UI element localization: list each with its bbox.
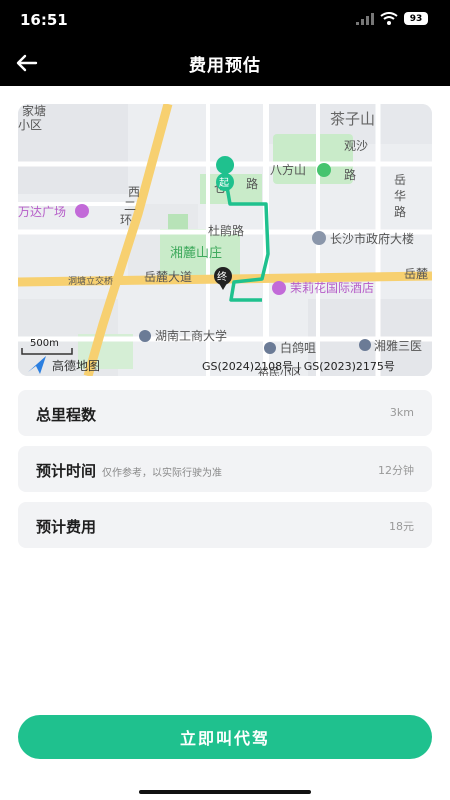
map-label: 茉莉花国际酒店 xyxy=(290,280,374,295)
poi-icon xyxy=(359,339,371,351)
scale-label: 500m xyxy=(30,338,59,349)
time-note: 仅作参考，以实际行驶为准 xyxy=(102,468,223,479)
status-icons: 93 xyxy=(356,12,428,25)
mileage-label: 总里程数 xyxy=(36,406,97,424)
map-label: 万达广场 xyxy=(18,205,66,219)
map-label: 杜鹃路 xyxy=(208,223,244,238)
poi-icon xyxy=(139,330,151,342)
poi-icon xyxy=(272,281,286,295)
map-label: 路 xyxy=(344,167,356,182)
map-label: 观沙 xyxy=(344,139,368,153)
signal-icon xyxy=(356,12,374,25)
poi-icon xyxy=(75,204,89,218)
map-label: 湘麓山庄 xyxy=(170,245,222,261)
mileage-value: 3km xyxy=(389,406,414,419)
time-label: 预计时间 xyxy=(36,462,97,480)
map-label: 岳 xyxy=(394,173,406,187)
fee-value: 18元 xyxy=(389,520,414,533)
status-time: 16:51 xyxy=(20,11,68,29)
wifi-icon xyxy=(380,12,398,25)
row-label: 预计时间 仅作参考，以实际行驶为准 xyxy=(36,460,222,481)
row-label: 预计费用 xyxy=(36,516,96,537)
fee-label: 预计费用 xyxy=(36,518,97,536)
logo-text: 高德地图 xyxy=(52,358,100,373)
map-label: 二 xyxy=(124,199,136,213)
poi-icon xyxy=(317,163,331,177)
map-label: 白鸽咀 xyxy=(280,340,316,355)
map-label: 华 xyxy=(394,189,406,203)
start-marker-label: 起 xyxy=(219,177,229,189)
row-label: 总里程数 xyxy=(36,404,96,425)
end-marker-label: 终 xyxy=(217,270,227,283)
park-area xyxy=(168,214,188,230)
map-label: 湖南工商大学 xyxy=(155,328,227,343)
map-label: 西 xyxy=(128,185,140,199)
map-label: 家塘 xyxy=(22,104,46,118)
map-label: 小区 xyxy=(18,118,42,132)
status-bar: 16:51 93 xyxy=(0,0,450,40)
map-label: 路 xyxy=(246,176,258,191)
map-copyright: GS(2024)2108号 | GS(2023)2175号 xyxy=(202,360,395,373)
time-value: 12分钟 xyxy=(378,464,414,477)
nav-bar: 费用预估 xyxy=(0,40,450,86)
map-label: 长沙市政府大楼 xyxy=(330,231,414,246)
route-map[interactable]: 家塘 小区 茶子山 观沙 路 八方山 岳 华 路 西 二 环 仓 路 万达广场 … xyxy=(18,104,432,376)
mileage-row: 总里程数 3km xyxy=(18,390,432,436)
map-label: 茶子山 xyxy=(330,110,375,128)
fee-row: 预计费用 18元 xyxy=(18,502,432,548)
map-label: 路 xyxy=(394,204,406,219)
time-row: 预计时间 仅作参考，以实际行驶为准 12分钟 xyxy=(18,446,432,492)
map-label: 湘雅三医 xyxy=(374,338,422,353)
map-canvas[interactable]: 家塘 小区 茶子山 观沙 路 八方山 岳 华 路 西 二 环 仓 路 万达广场 … xyxy=(18,104,432,376)
map-label: 洞塘立交桥 xyxy=(68,275,113,287)
poi-icon xyxy=(264,342,276,354)
battery-icon: 93 xyxy=(404,12,428,25)
map-label: 岳麓 xyxy=(404,267,428,281)
map-label: 岳麓大道 xyxy=(144,270,192,284)
map-label: 环 xyxy=(120,213,132,227)
page-title: 费用预估 xyxy=(189,56,261,76)
poi-icon xyxy=(312,231,326,245)
call-driver-button[interactable]: 立即叫代驾 xyxy=(18,715,432,759)
home-indicator[interactable] xyxy=(139,790,311,794)
map-label: 八方山 xyxy=(270,162,306,177)
